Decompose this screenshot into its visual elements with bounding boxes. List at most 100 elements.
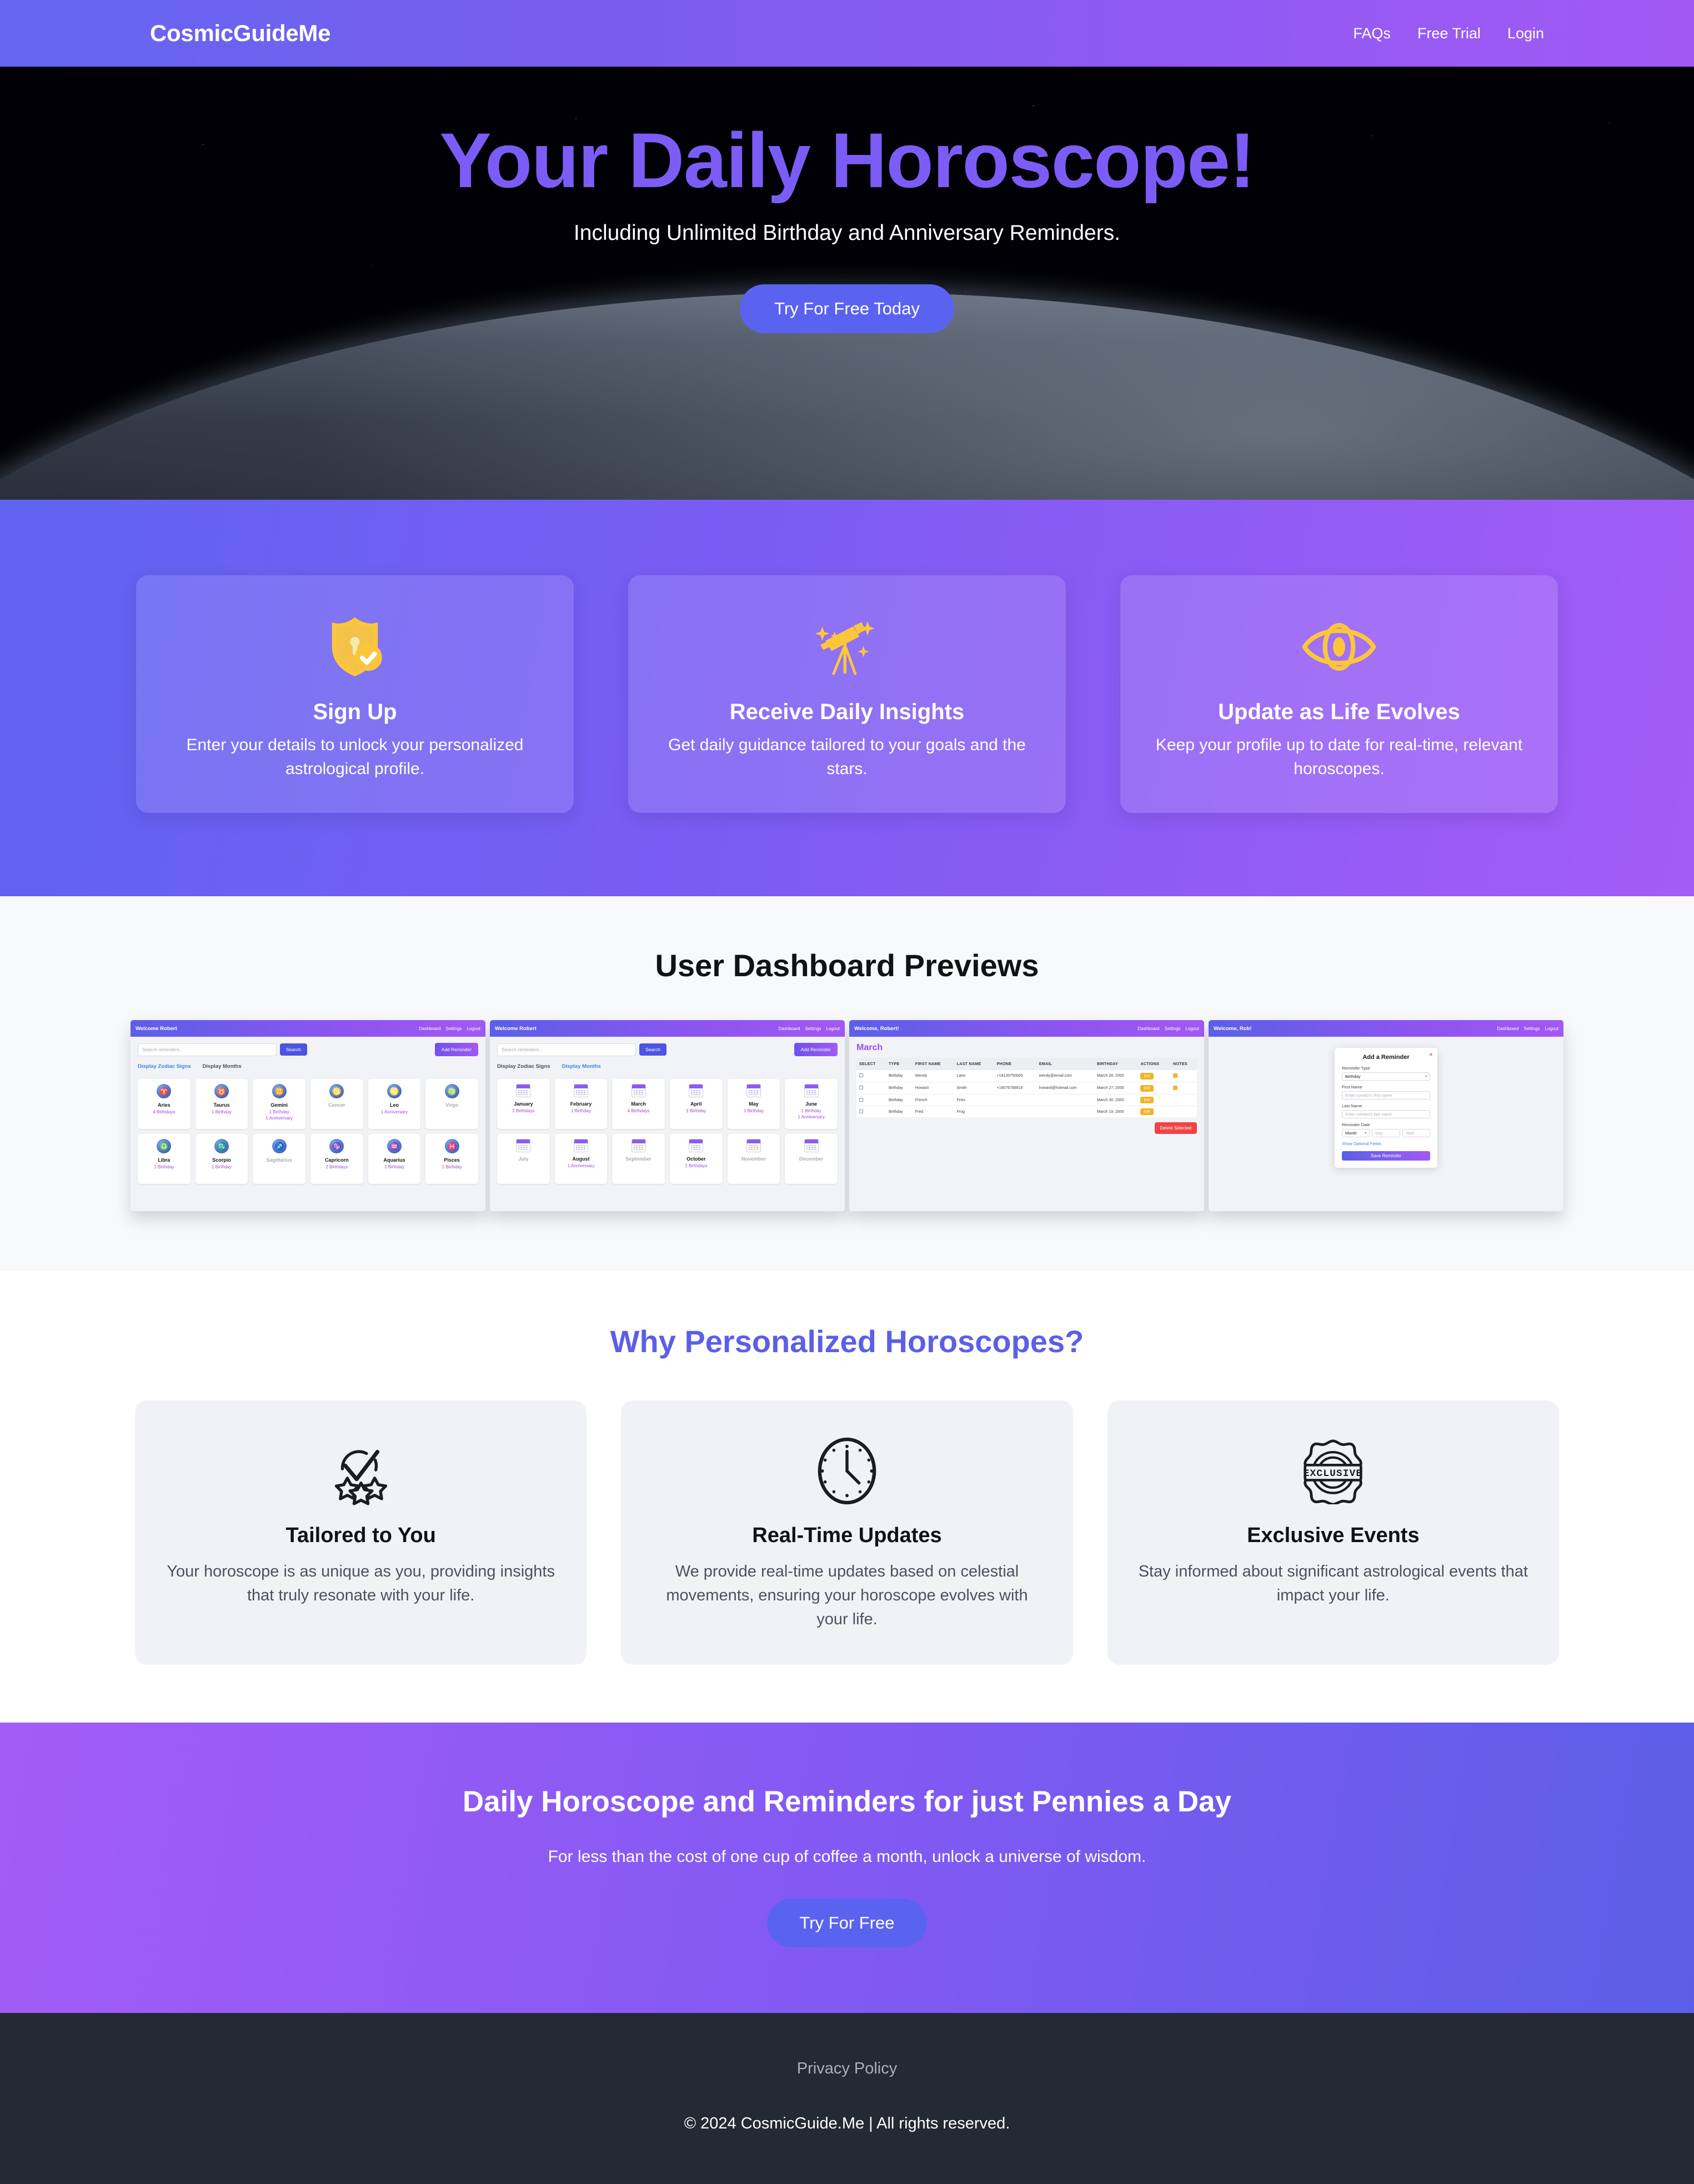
table-month-heading: March bbox=[856, 1043, 883, 1053]
dashboard-tile[interactable]: ♊ Gemini 1 Birthday 1 Anniversary bbox=[253, 1079, 305, 1129]
dashboard-tile[interactable]: October 2 Birthdays bbox=[669, 1134, 723, 1184]
checkbox[interactable] bbox=[859, 1073, 863, 1078]
row-actions[interactable]: Edit bbox=[1137, 1082, 1171, 1094]
dashboard-tile[interactable]: ♍ Virgo bbox=[425, 1079, 478, 1129]
table-body: Birthday Wendy Lane +18139750000 wendy@email… bbox=[856, 1070, 1197, 1118]
tile-label: January bbox=[514, 1101, 533, 1107]
table-row[interactable]: Birthday Howard Smith +18076788819 howard@ho… bbox=[856, 1082, 1197, 1094]
note-icon[interactable] bbox=[1173, 1073, 1178, 1078]
edit-button[interactable]: Edit bbox=[1140, 1108, 1154, 1116]
checkbox[interactable] bbox=[859, 1086, 863, 1090]
table-row[interactable]: Birthday French Fries March 30, 2000 Edit bbox=[856, 1094, 1197, 1106]
dashboard-tile[interactable]: ♉ Taurus 1 Birthday bbox=[195, 1079, 248, 1129]
row-notes[interactable] bbox=[1170, 1082, 1197, 1094]
day-input[interactable]: Day bbox=[1372, 1129, 1400, 1138]
calendar-icon bbox=[573, 1084, 588, 1098]
privacy-policy-link[interactable]: Privacy Policy bbox=[797, 2060, 898, 2077]
why-card-description: Your horoscope is as unique as you, prov… bbox=[167, 1563, 555, 1605]
preview-zodiac-dashboard[interactable]: Welcome Robert Dashboard Settings Logout… bbox=[131, 1020, 485, 1212]
shot-tab-zodiac[interactable]: Display Zodiac Signs bbox=[138, 1063, 191, 1070]
dashboard-tile[interactable]: December bbox=[785, 1134, 838, 1184]
shot-nav-logout[interactable]: Logout bbox=[467, 1026, 480, 1031]
dashboard-tile[interactable]: January 2 Birthdays bbox=[497, 1079, 550, 1129]
dashboard-tile[interactable]: ♋ Cancer bbox=[310, 1079, 363, 1129]
row-notes[interactable] bbox=[1170, 1094, 1197, 1106]
edit-button[interactable]: Edit bbox=[1140, 1085, 1154, 1092]
row-actions[interactable]: Edit bbox=[1137, 1094, 1171, 1106]
hero-try-free-button[interactable]: Try For Free Today bbox=[740, 284, 954, 333]
row-select-cell[interactable] bbox=[856, 1094, 886, 1106]
dashboard-tile[interactable]: March 4 Birthdays bbox=[612, 1079, 665, 1129]
nav-link-faqs[interactable]: FAQs bbox=[1353, 25, 1391, 42]
nav-link-free-trial[interactable]: Free Trial bbox=[1417, 25, 1481, 42]
dashboard-tile[interactable]: April 1 Birthday bbox=[669, 1079, 723, 1129]
shot-nav-logout[interactable]: Logout bbox=[1545, 1026, 1558, 1031]
dashboard-tile[interactable]: May 1 Birthday bbox=[727, 1079, 780, 1129]
dashboard-tile[interactable]: ♑ Capricorn 2 Birthdays bbox=[310, 1134, 363, 1184]
preview-month-table-dashboard[interactable]: Welcome, Robert! Dashboard Settings Logo… bbox=[849, 1020, 1204, 1212]
dashboard-tile[interactable]: ♏ Scorpio 1 Birthday bbox=[195, 1134, 248, 1184]
shot-search-button[interactable]: Search bbox=[639, 1043, 666, 1056]
edit-button[interactable]: Edit bbox=[1140, 1097, 1154, 1104]
shot-search-input[interactable]: Search reminders... bbox=[138, 1043, 277, 1056]
preview-add-reminder-modal[interactable]: Welcome, Rob! Dashboard Settings Logout … bbox=[1209, 1020, 1563, 1212]
shot-search-input[interactable]: Search reminders... bbox=[497, 1043, 636, 1056]
note-icon[interactable] bbox=[1173, 1085, 1178, 1090]
dashboard-tile[interactable]: ♌ Leo 1 Anniversary bbox=[368, 1079, 421, 1129]
first-name-input[interactable]: Enter contact's first name bbox=[1342, 1091, 1430, 1100]
row-select-cell[interactable] bbox=[856, 1082, 886, 1094]
brand-logo[interactable]: CosmicGuideMe bbox=[150, 20, 330, 47]
dashboard-tile[interactable]: November bbox=[727, 1134, 780, 1184]
shot-nav-logout[interactable]: Logout bbox=[1186, 1026, 1199, 1031]
shot-add-reminder-button[interactable]: Add Reminder bbox=[434, 1043, 478, 1057]
row-select-cell[interactable] bbox=[856, 1106, 886, 1118]
row-first-name: Fred bbox=[912, 1106, 954, 1118]
dashboard-tile[interactable]: July bbox=[497, 1134, 550, 1184]
shot-nav-dashboard[interactable]: Dashboard bbox=[778, 1026, 800, 1031]
dashboard-tile[interactable]: June 1 Birthday 1 Anniversary bbox=[785, 1079, 838, 1129]
shot-add-reminder-button[interactable]: Add Reminder bbox=[794, 1043, 838, 1057]
save-reminder-button[interactable]: Save Reminder bbox=[1342, 1151, 1430, 1161]
dashboard-tile[interactable]: ♐ Sagittarius bbox=[253, 1134, 305, 1184]
shot-tab-months[interactable]: Display Months bbox=[562, 1063, 601, 1070]
close-icon[interactable]: × bbox=[1430, 1052, 1432, 1057]
shot-nav-logout[interactable]: Logout bbox=[826, 1026, 840, 1031]
shot-nav-settings[interactable]: Settings bbox=[1524, 1026, 1540, 1031]
dashboard-tile[interactable]: ♈ Aries 4 Birthdays bbox=[138, 1079, 191, 1129]
shot-search-button[interactable]: Search bbox=[280, 1043, 307, 1056]
show-optional-fields-link[interactable]: Show Optional Fields bbox=[1342, 1141, 1430, 1146]
row-select-cell[interactable] bbox=[856, 1070, 886, 1082]
nav-link-login[interactable]: Login bbox=[1507, 25, 1544, 42]
cta-try-free-button[interactable]: Try For Free bbox=[767, 1898, 927, 1947]
preview-months-dashboard[interactable]: Welcome Robert Dashboard Settings Logout… bbox=[490, 1020, 845, 1212]
row-actions[interactable]: Edit bbox=[1137, 1106, 1171, 1118]
shot-welcome: Welcome Robert bbox=[495, 1025, 537, 1032]
dashboard-tile[interactable]: ♓ Pisces 1 Birthday bbox=[425, 1134, 478, 1184]
month-select[interactable]: Month ▾ bbox=[1342, 1129, 1370, 1138]
shot-nav-settings[interactable]: Settings bbox=[446, 1026, 462, 1031]
shot-nav-settings[interactable]: Settings bbox=[805, 1026, 821, 1031]
shot-nav-settings[interactable]: Settings bbox=[1165, 1026, 1181, 1031]
dashboard-tile[interactable]: September bbox=[612, 1134, 665, 1184]
year-input[interactable]: Year bbox=[1402, 1129, 1430, 1138]
row-notes[interactable] bbox=[1170, 1106, 1197, 1118]
table-row[interactable]: Birthday Wendy Lane +18139750000 wendy@email… bbox=[856, 1070, 1197, 1082]
shot-tab-zodiac[interactable]: Display Zodiac Signs bbox=[497, 1063, 550, 1070]
shot-tab-months[interactable]: Display Months bbox=[203, 1063, 242, 1070]
dashboard-tile[interactable]: August 1 Anniversary bbox=[554, 1134, 608, 1184]
reminder-type-select[interactable]: Birthday ▾ bbox=[1342, 1072, 1430, 1081]
row-notes[interactable] bbox=[1170, 1070, 1197, 1082]
table-row[interactable]: Birthday Fred Frog March 19, 2000 Edit bbox=[856, 1106, 1197, 1118]
dashboard-tile[interactable]: ♒ Aquarius 1 Birthday bbox=[368, 1134, 421, 1184]
last-name-input[interactable]: Enter contact's last name bbox=[1342, 1110, 1430, 1119]
shot-nav-dashboard[interactable]: Dashboard bbox=[419, 1026, 440, 1031]
row-actions[interactable]: Edit bbox=[1137, 1070, 1171, 1082]
dashboard-tile[interactable]: ♎ Libra 1 Birthday bbox=[138, 1134, 191, 1184]
checkbox[interactable] bbox=[859, 1109, 863, 1113]
delete-selected-button[interactable]: Delete Selected bbox=[1154, 1122, 1197, 1134]
checkbox[interactable] bbox=[859, 1097, 863, 1102]
shot-nav-dashboard[interactable]: Dashboard bbox=[1497, 1026, 1518, 1031]
shot-nav-dashboard[interactable]: Dashboard bbox=[1137, 1026, 1159, 1031]
dashboard-tile[interactable]: February 1 Birthday bbox=[554, 1079, 608, 1129]
edit-button[interactable]: Edit bbox=[1140, 1072, 1154, 1080]
